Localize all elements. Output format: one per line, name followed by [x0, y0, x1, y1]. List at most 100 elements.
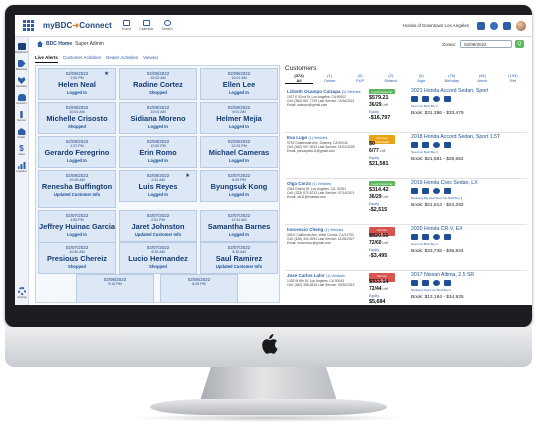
- alert-customer-name[interactable]: Radine Cortez: [120, 81, 196, 89]
- car-icon[interactable]: [411, 96, 418, 102]
- customer-row[interactable]: Eva Lugo (1) Vehicles 9733 Guatemala Ave,…: [285, 133, 527, 179]
- tab-customer-activities[interactable]: Customer Activities: [63, 55, 101, 63]
- filter-tab[interactable]: (1) Online: [316, 73, 344, 84]
- customer-name[interactable]: Olga Corzo (1) Vehicles: [287, 181, 331, 186]
- filter-tab[interactable]: (76) Birthday: [438, 73, 466, 84]
- filter-tab[interactable]: (2) Raised: [377, 73, 405, 84]
- nav-home[interactable]: Home: [122, 20, 131, 31]
- alert-customer-name[interactable]: Ellen Lee: [201, 81, 277, 89]
- vehicle-name[interactable]: 2020 Honda CR-V, EX: [411, 226, 463, 232]
- customer-row[interactable]: Jose Carlos Lalor (1) Vehicles 1428 W 6th…: [285, 271, 527, 305]
- car-icon[interactable]: [411, 188, 418, 194]
- rail-item-inventory[interactable]: Inventory: [15, 94, 28, 105]
- flag-icon[interactable]: [444, 234, 451, 240]
- rail-item-favorites[interactable]: Favorites: [15, 77, 28, 88]
- alert-card[interactable]: 02/07/2022 6:09 PM Byungsuk Kong Logged In: [200, 170, 278, 202]
- filter-tab[interactable]: (372) All: [285, 73, 313, 85]
- customer-row[interactable]: Olga Corzo (1) Vehicles 2344 Orchid St, L…: [285, 179, 527, 225]
- alert-card[interactable]: 02/08/2022 1:37 PM Gerardo Feregrino Logged…: [38, 136, 116, 168]
- tools-icon[interactable]: [422, 188, 429, 194]
- avatar[interactable]: [516, 20, 526, 31]
- alert-customer-name[interactable]: Byungsuk Kong: [201, 183, 277, 191]
- nav-search[interactable]: Search: [161, 20, 173, 31]
- car-icon[interactable]: [411, 280, 418, 286]
- star-icon[interactable]: ★: [104, 71, 109, 77]
- alert-customer-name[interactable]: Erin Romo: [120, 149, 196, 157]
- vehicle-name[interactable]: 2019 Honda Civic Sedan, LX: [411, 180, 478, 186]
- alert-customer-name[interactable]: Presious Chereiz: [39, 255, 115, 263]
- rail-item-service[interactable]: Service: [15, 111, 28, 122]
- alert-card[interactable]: 02/09/2022 10:02 AM Radine Cortez Shopped: [119, 68, 197, 100]
- rail-item-sales[interactable]: $ Sales: [15, 145, 28, 157]
- alert-card[interactable]: 02/07/2022 8:30 AM Saul Ramirez Updated Cus…: [200, 242, 278, 274]
- alert-card[interactable]: 02/07/2022 2:51 PM Jaret Johnston Updated C…: [119, 210, 197, 242]
- tools-icon[interactable]: [422, 96, 429, 102]
- alert-card[interactable]: 02/07/2022 10:50 AM Presious Chereiz Shoppe…: [38, 242, 116, 274]
- breadcrumb[interactable]: BDC Home: [46, 41, 72, 47]
- flag-icon[interactable]: [444, 188, 451, 194]
- alert-card[interactable]: 02/08/2022 2:41 AM Luis Reyes Logged In ★: [119, 170, 197, 202]
- tools-icon[interactable]: [422, 234, 429, 240]
- search-button[interactable]: Q: [515, 40, 524, 48]
- alert-card[interactable]: 02/08/2022 12:33 PM Michael Cameras Logged …: [200, 136, 278, 168]
- vehicle-name[interactable]: 2021 Honda Accord Sedan, Sport: [411, 88, 488, 94]
- flag-icon[interactable]: [444, 142, 451, 148]
- car-icon[interactable]: [411, 142, 418, 148]
- alert-card[interactable]: 02/09/2022 9:01 AM Helmer Mejia Logged In: [200, 102, 278, 134]
- alert-customer-name[interactable]: Samantha Barnes: [201, 223, 277, 231]
- customer-row[interactable]: Lizbeth Ocampo Cuizapa (1) Vehicles 1927 …: [285, 87, 527, 133]
- filter-tab[interactable]: (103) Ref: [499, 73, 527, 84]
- alert-customer-name[interactable]: Luis Reyes: [120, 183, 196, 191]
- vehicle-name[interactable]: 2018 Honda Accord Sedan, Sport 1.5T: [411, 134, 500, 140]
- alert-customer-name[interactable]: Michelle Crisosto: [39, 115, 115, 123]
- rail-item-marketing[interactable]: Marketing: [15, 60, 28, 71]
- gauge-icon[interactable]: [433, 188, 440, 194]
- alert-card[interactable]: 02/07/2022 8:39 AM Lucio Hernandez Shopped: [119, 242, 197, 274]
- customer-name[interactable]: Eva Lugo (1) Vehicles: [287, 135, 327, 140]
- tools-icon[interactable]: [422, 280, 429, 286]
- home-icon[interactable]: [37, 41, 43, 47]
- dealer-name[interactable]: Honda of Downtown Los Angeles: [403, 23, 469, 28]
- rail-item-analytics[interactable]: Analytics: [15, 162, 28, 173]
- mail-icon[interactable]: [503, 21, 511, 30]
- date-input[interactable]: [460, 40, 512, 48]
- alert-card[interactable]: 02/08/2022 12:50 PM Erin Romo Logged In: [119, 136, 197, 168]
- building-icon[interactable]: [477, 21, 485, 30]
- customer-row[interactable]: Inocencio Cheng (1) Vehicles 306 E Califo…: [285, 225, 527, 271]
- tools-icon[interactable]: [422, 142, 429, 148]
- alert-customer-name[interactable]: Sidiana Moreno: [120, 115, 196, 123]
- alert-customer-name[interactable]: Jaret Johnston: [120, 223, 196, 231]
- gauge-icon[interactable]: [433, 142, 440, 148]
- alert-card[interactable]: 02/06/2022 8:28 PM: [160, 274, 238, 302]
- customer-name[interactable]: Lizbeth Ocampo Cuizapa (1) Vehicles: [287, 89, 361, 94]
- alert-card[interactable]: 02/09/2022 1:00 PM Helen Neal Logged In ★: [38, 68, 116, 100]
- rail-item-dashboard[interactable]: Dashboard: [15, 43, 28, 54]
- gauge-icon[interactable]: [433, 280, 440, 286]
- alert-customer-name[interactable]: Helen Neal: [39, 81, 115, 89]
- filter-tab[interactable]: (0) Appt: [407, 73, 435, 84]
- star-icon[interactable]: ★: [185, 173, 190, 179]
- tab-live-alerts[interactable]: Live Alerts: [35, 55, 58, 63]
- rail-item-dealer[interactable]: Dealer: [15, 128, 28, 139]
- gauge-icon[interactable]: [433, 234, 440, 240]
- alert-customer-name[interactable]: Jeffrey Huinac Garcia: [39, 223, 115, 231]
- rail-item-settings[interactable]: Settings: [15, 287, 29, 299]
- alert-card[interactable]: 02/09/2022 10:01 AM Ellen Lee Logged In: [200, 68, 278, 100]
- filter-tab[interactable]: (0) PUP: [346, 73, 374, 84]
- alert-customer-name[interactable]: Michael Cameras: [201, 149, 277, 157]
- alert-card[interactable]: 02/06/2022 9:10 PM: [76, 274, 154, 302]
- flag-icon[interactable]: [444, 96, 451, 102]
- filter-tab[interactable]: (48) Anniv: [468, 73, 496, 84]
- alert-customer-name[interactable]: Gerardo Feregrino: [39, 149, 115, 157]
- flag-icon[interactable]: [444, 280, 451, 286]
- alert-customer-name[interactable]: Saul Ramirez: [201, 255, 277, 263]
- tab-dealer-activities[interactable]: Dealer Activities: [106, 55, 138, 63]
- tab-viewed[interactable]: Viewed: [143, 55, 158, 63]
- alert-customer-name[interactable]: Lucio Hernandez: [120, 255, 196, 263]
- alert-customer-name[interactable]: Helmer Mejia: [201, 115, 277, 123]
- app-logo[interactable]: myBDC➜Connect: [43, 21, 112, 30]
- vehicle-name[interactable]: 2017 Nissan Altima, 2.5 SR: [411, 272, 474, 278]
- customer-name[interactable]: Jose Carlos Lalor (1) Vehicles: [287, 273, 345, 278]
- alert-card[interactable]: 02/07/2022 11:31 AM Samantha Barnes Logged …: [200, 210, 278, 242]
- users-icon[interactable]: [490, 21, 498, 30]
